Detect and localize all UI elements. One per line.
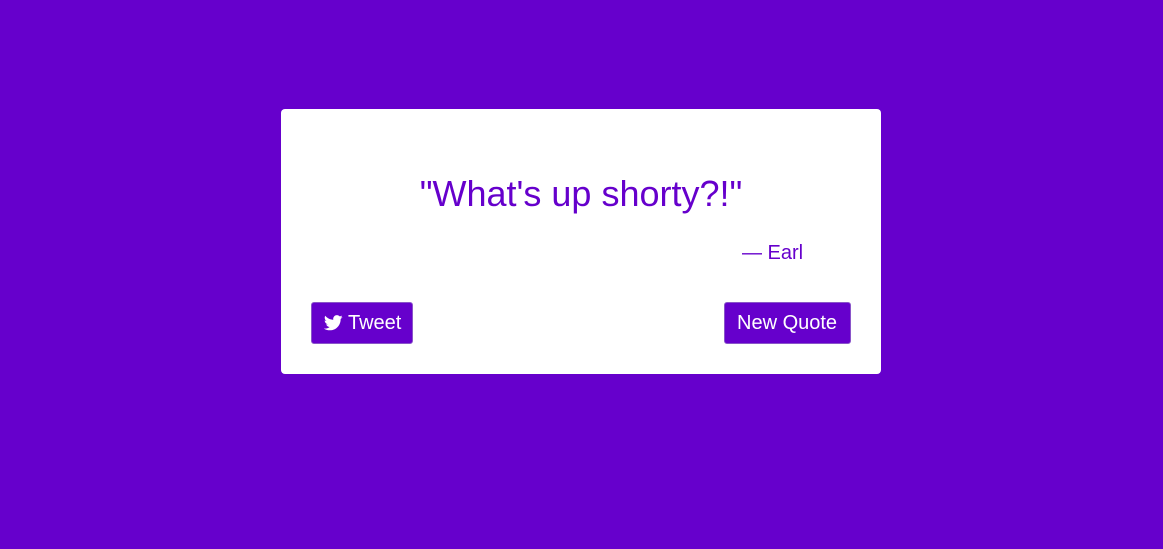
twitter-bird-icon (324, 315, 343, 331)
quote-author: — Earl (742, 242, 804, 264)
tweet-button[interactable]: Tweet (311, 302, 413, 344)
page-background: "What's up shorty?!" — Earl Tweet New Qu… (0, 0, 1163, 549)
quote-text: "What's up shorty?!" (419, 173, 743, 214)
new-quote-button[interactable]: New Quote (724, 302, 851, 344)
tweet-button-label: Tweet (348, 312, 402, 334)
quote-box: "What's up shorty?!" — Earl Tweet New Qu… (281, 109, 881, 374)
